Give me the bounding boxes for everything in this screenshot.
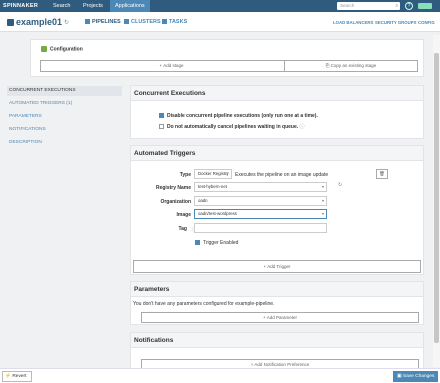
registry-select[interactable]: test-hybern-net ▾	[194, 182, 327, 192]
nav-notifications[interactable]: NOTIFICATIONS	[7, 125, 122, 135]
link-load-balancers[interactable]: LOAD BALANCERS	[333, 20, 373, 25]
refresh-icon[interactable]: ↻	[64, 19, 69, 26]
panel-title: Notifications	[131, 333, 423, 348]
top-nav: SPINNAKER Search Projects Applications S…	[0, 0, 440, 12]
configuration-title[interactable]: Configuration	[41, 46, 83, 52]
add-stage-button[interactable]: + Add stage	[40, 60, 303, 72]
chevron-down-icon: ▾	[321, 198, 324, 203]
app-header: example01 ↻ PIPELINES CLUSTERS TASKS LOA…	[0, 12, 440, 32]
tag-label: Tag	[178, 226, 187, 232]
chevron-down-icon: ⇕	[225, 171, 229, 176]
image-select[interactable]: oadn/test-wordpress ▾	[194, 209, 327, 219]
parameters-panel: Parameters You don't have any parameters…	[130, 281, 424, 325]
organization-select[interactable]: oadn ▾	[194, 196, 327, 206]
trigger-enabled-option[interactable]: Trigger Enabled	[195, 240, 238, 246]
organization-value: oadn	[198, 198, 208, 203]
add-stage-label: Add stage	[163, 63, 184, 68]
image-label: Image	[176, 212, 191, 218]
add-trigger-button[interactable]: + Add Trigger	[133, 260, 421, 273]
type-select[interactable]: Docker Registry ⇕	[194, 169, 232, 179]
link-config[interactable]: CONFIG	[418, 20, 435, 25]
info-icon: ⓘ	[299, 124, 305, 130]
nav-automated-triggers[interactable]: AUTOMATED TRIGGERS (1)	[7, 99, 122, 109]
automated-triggers-panel: Automated Triggers Type Docker Registry ⇕…	[130, 145, 424, 275]
tab-label: CLUSTERS	[131, 19, 161, 25]
tasks-icon	[162, 19, 167, 25]
app-title: example01	[7, 17, 62, 27]
help-icon[interactable]: ?	[405, 2, 413, 10]
type-label: Type	[179, 172, 191, 178]
tab-clusters[interactable]: CLUSTERS	[124, 19, 161, 25]
registry-label: Registry Name	[155, 185, 191, 191]
option-label: Disable concurrent pipeline executions (…	[167, 113, 318, 119]
tab-tasks[interactable]: TASKS	[162, 19, 187, 25]
type-value: Docker Registry	[198, 171, 229, 176]
tab-pipelines[interactable]: PIPELINES	[85, 19, 121, 25]
image-value: oadn/test-wordpress	[198, 211, 237, 216]
copy-stage-label: Copy an existing stage	[330, 63, 377, 68]
tag-input[interactable]	[194, 223, 327, 233]
copy-stage-button[interactable]: ⎘ Copy an existing stage	[284, 60, 418, 72]
add-parameter-button[interactable]: + Add Parameter	[141, 312, 419, 323]
user-menu[interactable]	[418, 3, 432, 9]
organization-label: Organization	[160, 199, 191, 205]
type-description: Executes the pipeline on an image update	[235, 172, 329, 178]
panel-title: Concurrent Executions	[131, 86, 423, 101]
app-icon	[7, 19, 14, 27]
nav-concurrent-executions[interactable]: CONCURRENT EXECUTIONS	[7, 86, 122, 96]
nav-parameters[interactable]: PARAMETERS	[7, 112, 122, 122]
checkbox[interactable]	[195, 240, 200, 246]
footer: ⚡ Revert ▣ Save Changes	[0, 368, 440, 383]
nav-search[interactable]: Search	[48, 0, 75, 12]
gear-icon	[41, 46, 47, 52]
app-name: example01	[16, 17, 63, 27]
logo: SPINNAKER	[3, 3, 39, 9]
search-icon: ⌕	[395, 3, 398, 8]
refresh-icon[interactable]: ↻	[338, 182, 342, 188]
scrollbar[interactable]	[433, 35, 440, 367]
notifications-panel: Notifications + Add Notification Prefere…	[130, 332, 424, 372]
nav-projects[interactable]: Projects	[78, 0, 108, 12]
no-cancel-option[interactable]: Do not automatically cancel pipelines wa…	[159, 123, 305, 130]
nav-applications[interactable]: Applications	[110, 0, 150, 12]
revert-icon: ⚡	[5, 374, 11, 379]
add-notification-label: Add Notification Preference	[254, 362, 310, 367]
tab-label: TASKS	[169, 19, 188, 25]
checkbox[interactable]	[159, 113, 164, 119]
chevron-down-icon: ▾	[321, 211, 324, 216]
configuration-box: Configuration + Add stage ⎘ Copy an exis…	[30, 39, 424, 77]
revert-label: Revert	[12, 374, 27, 379]
save-icon: ▣	[397, 374, 402, 379]
disable-concurrent-option[interactable]: Disable concurrent pipeline executions (…	[159, 113, 318, 119]
add-trigger-label: Add Trigger	[267, 264, 291, 269]
concurrent-executions-panel: Concurrent Executions Disable concurrent…	[130, 85, 424, 139]
nav-description[interactable]: DESCRIPTION	[7, 138, 122, 148]
tab-label: PIPELINES	[92, 19, 121, 25]
panel-title: Parameters	[131, 282, 423, 297]
chevron-down-icon: ▾	[321, 184, 324, 189]
panel-title: Automated Triggers	[131, 146, 423, 161]
trigger-enabled-label: Trigger Enabled	[203, 240, 239, 246]
trash-icon: 🗑	[379, 171, 385, 176]
parameters-empty-text: You don't have any parameters configured…	[133, 301, 275, 307]
checkbox[interactable]	[159, 124, 164, 130]
revert-button[interactable]: ⚡ Revert	[2, 371, 32, 382]
configuration-label: Configuration	[50, 46, 83, 53]
delete-trigger-button[interactable]: 🗑	[376, 169, 388, 179]
add-parameter-label: Add Parameter	[266, 315, 297, 320]
save-changes-button[interactable]: ▣ Save Changes	[393, 371, 438, 382]
search-placeholder: Search	[340, 3, 355, 8]
option-label: Do not automatically cancel pipelines wa…	[167, 124, 299, 130]
clusters-icon	[124, 19, 129, 25]
save-label: Save Changes	[402, 374, 435, 379]
registry-value: test-hybern-net	[198, 184, 227, 189]
search-input[interactable]: Search ⌕	[337, 2, 400, 10]
link-security-groups[interactable]: SECURITY GROUPS	[375, 20, 416, 25]
pipelines-icon	[85, 19, 90, 25]
scrollbar-thumb[interactable]	[434, 53, 439, 343]
